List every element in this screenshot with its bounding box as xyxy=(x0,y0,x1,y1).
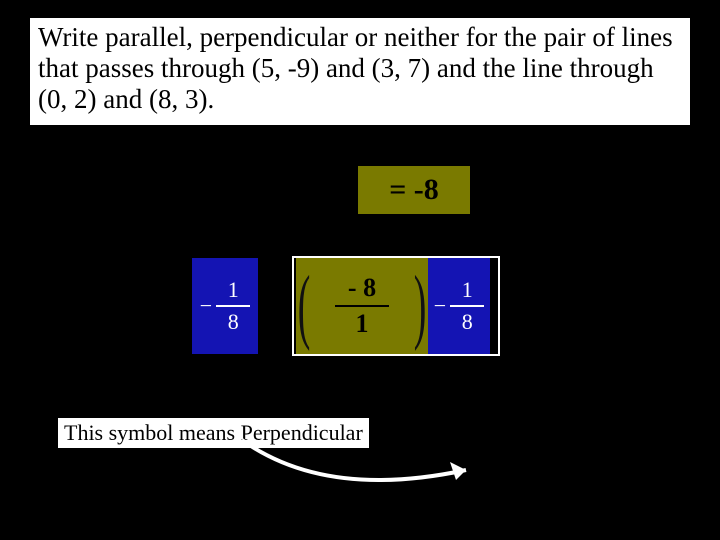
fraction-right: − 1 8 xyxy=(428,258,490,354)
fraction-right-num: 1 xyxy=(462,279,473,301)
fraction-mid-den: 1 xyxy=(356,311,369,337)
fraction-mid: ( - 8 1 ) xyxy=(296,258,428,354)
fraction-bar xyxy=(216,305,250,307)
fraction-left-num: 1 xyxy=(228,279,239,301)
fraction-left: − 1 8 xyxy=(192,258,258,354)
arrow-icon xyxy=(236,432,482,498)
fraction-right-den: 8 xyxy=(462,311,473,333)
open-paren-icon: ( xyxy=(298,264,311,348)
fraction-bar xyxy=(335,305,389,307)
fraction-bar xyxy=(450,305,484,307)
slope-result-value: = -8 xyxy=(389,173,439,207)
fraction-mid-num: - 8 xyxy=(348,275,376,301)
question-text: Write parallel, perpendicular or neither… xyxy=(30,18,690,125)
fraction-left-den: 8 xyxy=(228,311,239,333)
fraction-right-sign: − xyxy=(434,293,446,319)
slope-result-box: = -8 xyxy=(358,166,470,214)
fraction-row: − 1 8 ( - 8 1 ) − 1 8 xyxy=(192,258,490,354)
close-paren-icon: ) xyxy=(414,264,427,348)
fraction-left-sign: − xyxy=(200,293,212,319)
